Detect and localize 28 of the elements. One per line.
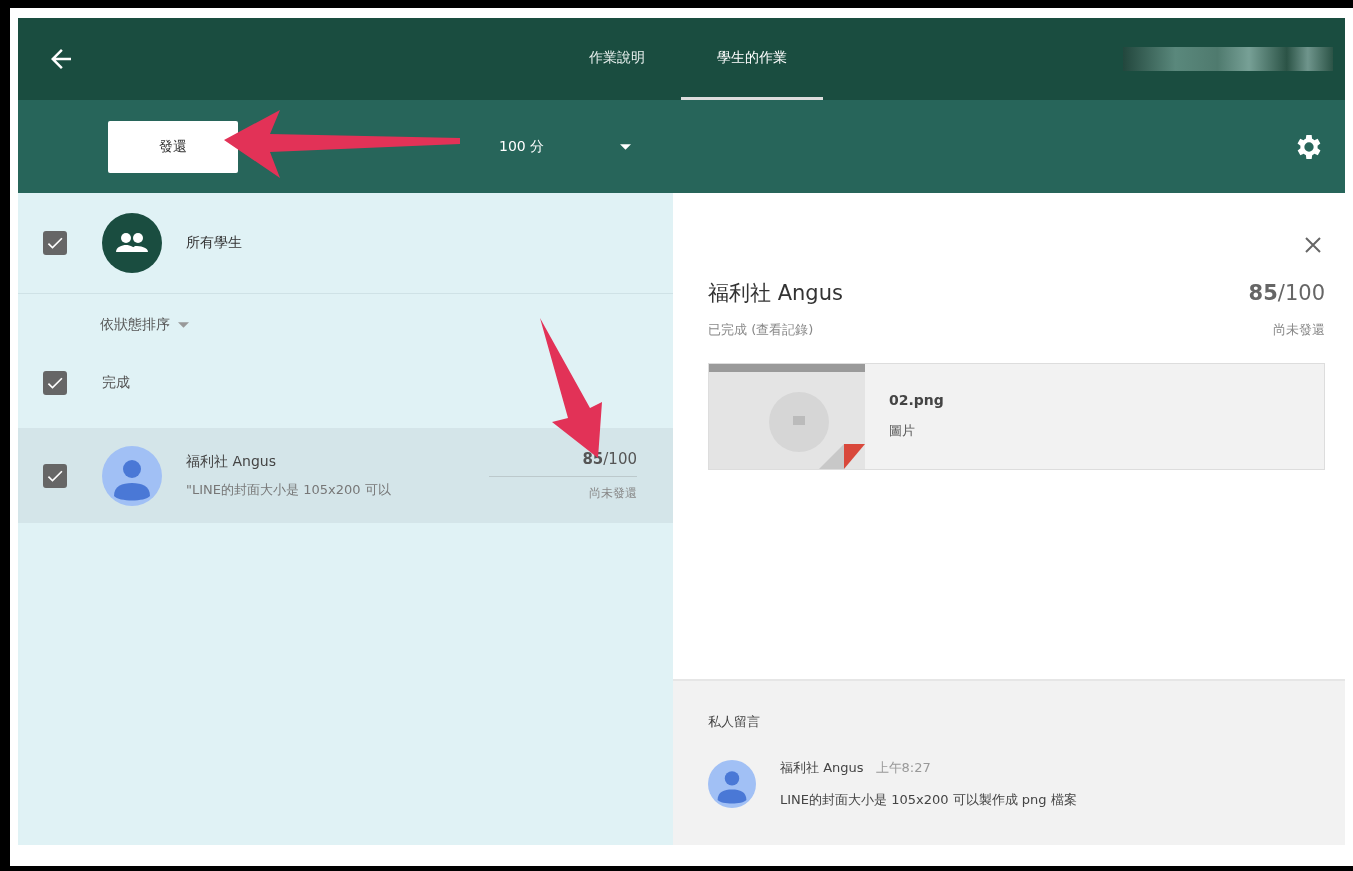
group-label: 完成 bbox=[102, 374, 130, 392]
comment-time: 上午8:27 bbox=[875, 759, 931, 777]
section-title: 私人留言 bbox=[708, 714, 760, 729]
caret-icon bbox=[178, 322, 189, 328]
caret-icon bbox=[620, 143, 632, 150]
file-type: 圖片 bbox=[889, 422, 916, 440]
status-text: 尚未發還 bbox=[1273, 321, 1325, 339]
submission-state-link[interactable]: 已完成 (查看記錄) bbox=[708, 321, 814, 339]
avatar-icon bbox=[102, 445, 162, 506]
comment-text: LINE的封面大小是 105x200 可以製作成 png 檔案 bbox=[780, 791, 1077, 809]
checkbox[interactable] bbox=[43, 371, 67, 395]
comment-author: 福利社 Angus bbox=[780, 759, 864, 777]
sort-dropdown[interactable]: 依狀態排序 bbox=[100, 316, 189, 334]
file-name: 02.png bbox=[889, 392, 944, 408]
return-button[interactable]: 發還 bbox=[108, 120, 238, 173]
avatar-icon bbox=[708, 760, 756, 808]
checkbox[interactable] bbox=[43, 463, 67, 488]
status-text: 尚未發還 bbox=[589, 484, 637, 502]
submission-preview: "LINE的封面大小是 105x200 可以 bbox=[186, 480, 392, 499]
all-students-label: 所有學生 bbox=[186, 234, 242, 252]
group-avatar-icon bbox=[102, 213, 162, 273]
student-name: 福利社 Angus bbox=[708, 280, 843, 307]
student-name: 福利社 Angus bbox=[186, 452, 277, 471]
points-dropdown[interactable]: 100 分 bbox=[493, 136, 638, 157]
attachment-card[interactable]: 02.png 圖片 bbox=[708, 363, 1325, 470]
checkbox[interactable] bbox=[43, 231, 67, 255]
tab[interactable]: 作業說明 bbox=[553, 18, 681, 100]
grade: 85/100 bbox=[1248, 281, 1325, 305]
